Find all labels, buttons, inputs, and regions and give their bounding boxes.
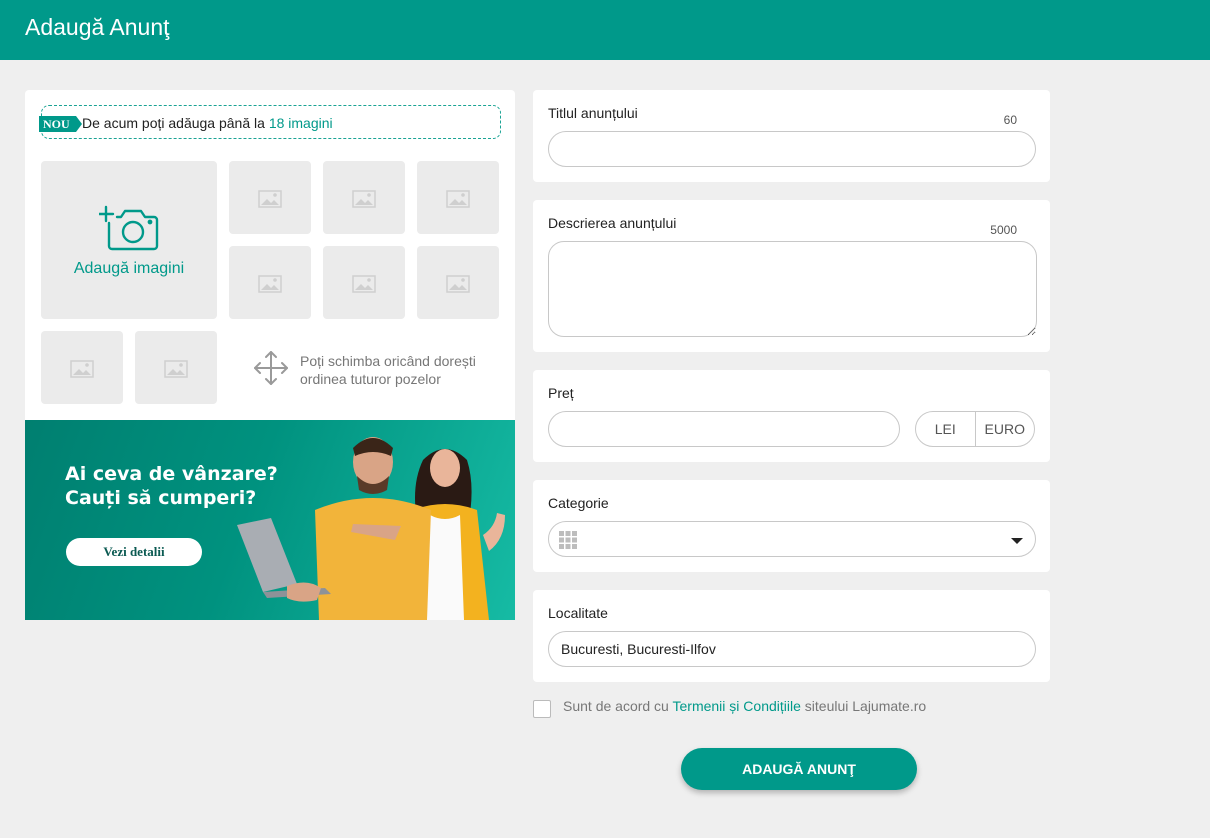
notice-highlight: 18 imagini [268, 115, 333, 131]
banner-details-button[interactable]: Vezi detalii [66, 538, 202, 566]
image-placeholder-icon [258, 190, 282, 208]
currency-lei[interactable]: LEI [916, 412, 975, 446]
image-slot-1[interactable] [229, 161, 311, 234]
reorder-hint: Poți schimba oricând dorești ordinea tut… [254, 348, 494, 388]
chevron-down-icon [1011, 538, 1023, 544]
title-label: Titlul anunțului [548, 105, 638, 121]
location-label: Localitate [548, 605, 608, 621]
price-input[interactable] [548, 411, 900, 447]
terms-text: Sunt de acord cu Termenii și Condițiile … [563, 698, 927, 714]
description-char-counter: 5000 [990, 223, 1017, 237]
category-card: Categorie [533, 480, 1050, 572]
image-placeholder-icon [446, 190, 470, 208]
image-placeholder-icon [446, 275, 470, 293]
price-label: Preț [548, 385, 574, 401]
image-placeholder-icon [164, 360, 188, 378]
add-images-button[interactable]: Adaugă imagini [41, 161, 217, 319]
terms-agreement: Sunt de acord cu Termenii și Condițiile … [533, 697, 1033, 721]
image-placeholder-icon [258, 275, 282, 293]
image-slot-5[interactable] [323, 246, 405, 319]
image-slot-2[interactable] [323, 161, 405, 234]
image-placeholder-icon [352, 275, 376, 293]
banner-people-illustration [237, 437, 505, 620]
currency-toggle: LEI EURO [915, 411, 1035, 447]
page-header: Adaugă Anunţ [0, 0, 1210, 60]
price-card: Preț LEI EURO [533, 370, 1050, 462]
page-title: Adaugă Anunţ [25, 14, 170, 40]
image-placeholder-icon [352, 190, 376, 208]
grid-icon [559, 531, 577, 549]
category-select[interactable] [548, 521, 1036, 557]
image-placeholder-icon [70, 360, 94, 378]
description-card: Descrierea anunțului 5000 [533, 200, 1050, 352]
submit-ad-button[interactable]: ADAUGĂ ANUNŢ [681, 748, 917, 790]
description-input[interactable] [548, 241, 1037, 337]
description-label: Descrierea anunțului [548, 215, 677, 231]
notice-text: De acum poți adăuga până la 18 imagini [82, 115, 333, 131]
currency-euro[interactable]: EURO [974, 412, 1035, 446]
title-card: Titlul anunțului 60 [533, 90, 1050, 182]
title-char-counter: 60 [1003, 113, 1017, 127]
reorder-text: Poți schimba oricând dorești ordinea tut… [300, 353, 476, 387]
terms-checkbox[interactable] [533, 700, 551, 718]
image-slot-3[interactable] [417, 161, 499, 234]
image-slot-7[interactable] [41, 331, 123, 404]
images-panel: NOU De acum poți adăuga până la 18 imagi… [25, 90, 515, 420]
move-arrows-icon [254, 351, 288, 385]
add-images-label: Adaugă imagini [73, 260, 185, 277]
image-slot-8[interactable] [135, 331, 217, 404]
add-camera-icon [99, 205, 159, 251]
promo-banner: Ai ceva de vânzare? Cauți să cumperi? Ve… [25, 420, 515, 620]
category-label: Categorie [548, 495, 609, 511]
terms-link[interactable]: Termenii și Condițiile [673, 698, 801, 714]
title-input[interactable] [548, 131, 1036, 167]
new-badge: NOU [39, 116, 82, 132]
location-input[interactable] [548, 631, 1036, 667]
location-card: Localitate [533, 590, 1050, 682]
images-notice: NOU De acum poți adăuga până la 18 imagi… [39, 105, 501, 139]
image-slot-4[interactable] [229, 246, 311, 319]
image-slot-6[interactable] [417, 246, 499, 319]
